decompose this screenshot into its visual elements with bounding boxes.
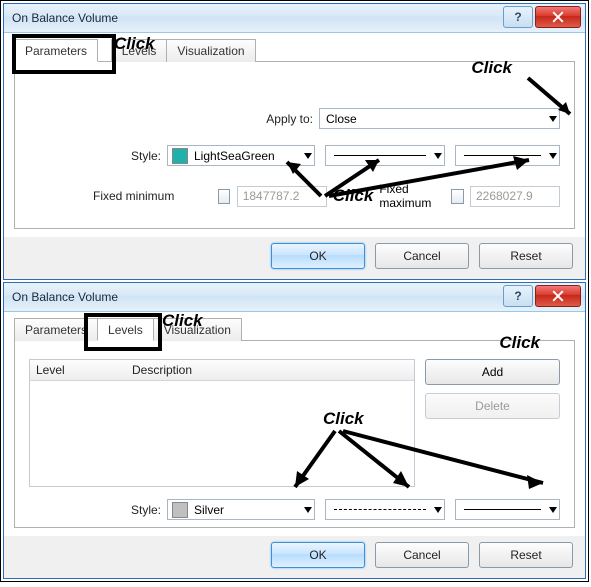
color-swatch [172, 148, 188, 164]
parameters-panel: Click Apply to: Close Style: LightSeaGre… [14, 61, 575, 229]
chevron-down-icon [549, 116, 557, 122]
fixed-max-input[interactable] [470, 186, 560, 207]
help-button[interactable]: ? [503, 285, 533, 307]
line-style-preview [334, 509, 426, 511]
list-header: Level Description [30, 360, 414, 381]
tab-visualization[interactable]: Visualization [166, 39, 255, 62]
levels-list[interactable]: Level Description [29, 359, 415, 487]
tab-visualization[interactable]: Visualization [153, 318, 242, 341]
color-swatch [172, 502, 188, 518]
dialog-parameters: On Balance Volume ? Click Parameters Col… [3, 3, 586, 280]
cancel-button[interactable]: Cancel [375, 243, 469, 269]
tab-bar: Parameters Colors Levels Visualization [14, 39, 575, 62]
help-button[interactable]: ? [503, 6, 533, 28]
button-row: OK Cancel Reset [4, 237, 585, 279]
style-line-dropdown[interactable] [325, 145, 445, 166]
line-width-preview [464, 509, 541, 511]
ok-button[interactable]: OK [271, 243, 365, 269]
style-color-dropdown[interactable]: LightSeaGreen [167, 145, 315, 166]
style-label: Style: [29, 503, 167, 517]
fixed-min-input[interactable] [237, 186, 327, 207]
style-color-name: Silver [194, 503, 224, 517]
style-line-dropdown[interactable] [325, 499, 445, 520]
reset-button[interactable]: Reset [479, 243, 573, 269]
chevron-down-icon [304, 153, 312, 159]
tab-bar: Parameters Colors Levels Visualization [14, 318, 575, 341]
close-icon [552, 11, 564, 23]
line-width-preview [464, 155, 541, 157]
button-row: OK Cancel Reset [4, 536, 585, 578]
tab-parameters[interactable]: Parameters [14, 318, 98, 341]
tab-levels[interactable]: Levels [111, 39, 168, 62]
titlebar[interactable]: On Balance Volume ? [4, 4, 585, 33]
chevron-down-icon [549, 507, 557, 513]
chevron-down-icon [434, 507, 442, 513]
chevron-down-icon [304, 507, 312, 513]
fixed-max-checkbox[interactable] [451, 189, 463, 204]
col-description: Description [132, 363, 192, 377]
add-button[interactable]: Add [425, 359, 560, 385]
tab-levels[interactable]: Levels [97, 318, 154, 341]
fixed-min-checkbox[interactable] [218, 189, 230, 204]
fixed-max-label: Fixed maximum [379, 182, 446, 210]
annotation-click-bottom: Click [333, 186, 374, 206]
close-button[interactable] [535, 6, 581, 28]
apply-to-value: Close [320, 112, 357, 126]
fixed-min-label: Fixed minimum [29, 189, 218, 203]
style-width-dropdown[interactable] [455, 499, 560, 520]
line-style-preview [334, 155, 426, 157]
cancel-button[interactable]: Cancel [375, 542, 469, 568]
chevron-down-icon [549, 153, 557, 159]
apply-to-label: Apply to: [29, 112, 319, 126]
col-level: Level [30, 363, 132, 377]
dialog-levels: On Balance Volume ? Click Parameters Col… [3, 282, 586, 579]
reset-button[interactable]: Reset [479, 542, 573, 568]
titlebar[interactable]: On Balance Volume ? [4, 283, 585, 312]
close-icon [552, 290, 564, 302]
delete-button[interactable]: Delete [425, 393, 560, 419]
window-title: On Balance Volume [4, 290, 118, 304]
chevron-down-icon [434, 153, 442, 159]
style-color-dropdown[interactable]: Silver [167, 499, 315, 520]
style-label: Style: [29, 149, 167, 163]
window-title: On Balance Volume [4, 11, 118, 25]
tab-parameters[interactable]: Parameters [14, 39, 98, 62]
ok-button[interactable]: OK [271, 542, 365, 568]
style-color-name: LightSeaGreen [194, 149, 275, 163]
close-button[interactable] [535, 285, 581, 307]
levels-panel: Click Level Description Add Delete Click… [14, 340, 575, 528]
style-width-dropdown[interactable] [455, 145, 560, 166]
apply-to-dropdown[interactable]: Close [319, 108, 560, 129]
